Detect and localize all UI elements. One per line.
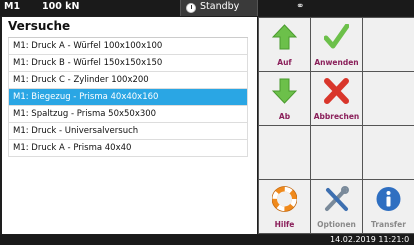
up-button[interactable]: Auf [259, 18, 310, 71]
checkmark-icon [324, 24, 349, 49]
tests-list: M1: Druck A - Würfel 100x100x100 M1: Dru… [8, 37, 248, 157]
usb-icon: ⚭ [296, 1, 305, 12]
cancel-button[interactable]: Abbrechen [311, 72, 362, 125]
down-label: Ab [278, 112, 291, 121]
status-bar: M1 100 kN Standby ⚭ [0, 0, 414, 16]
arrow-down-icon [272, 78, 297, 104]
standby-indicator: Standby [180, 0, 258, 16]
transfer-label: Transfer [371, 220, 406, 229]
list-item[interactable]: M1: Spaltzug - Prisma 50x50x300 [8, 106, 248, 123]
apply-label: Anwenden [314, 58, 359, 67]
list-item[interactable]: M1: Druck A - Prisma 40x40 [8, 140, 248, 157]
panel-title: Versuche [8, 19, 71, 33]
clock-icon [186, 3, 196, 13]
empty-slot [363, 72, 414, 125]
datetime-readout: 14.02.2019 11:21:0 [330, 235, 410, 244]
mode-label: Standby [200, 1, 240, 12]
tests-panel: Versuche M1: Druck A - Würfel 100x100x10… [2, 17, 257, 234]
list-item[interactable]: M1: Druck C - Zylinder 100x200 [8, 72, 248, 89]
help-button[interactable]: Hilfe [259, 180, 310, 233]
down-button[interactable]: Ab [259, 72, 310, 125]
options-button[interactable]: Optionen [311, 180, 362, 233]
footer-bar: 14.02.2019 11:21:0 [0, 235, 414, 245]
list-item[interactable]: M1: Druck - Universalversuch [8, 123, 248, 140]
list-item[interactable]: M1: Druck A - Würfel 100x100x100 [8, 38, 248, 55]
machine-force: 100 kN [42, 1, 80, 12]
machine-name: M1 [4, 1, 21, 12]
action-grid: Auf Anwenden Ab Abbrechen Hilfe Optionen… [258, 17, 414, 234]
x-icon [324, 78, 349, 104]
info-icon [376, 187, 401, 211]
list-item-selected[interactable]: M1: Biegezug - Prisma 40x40x160 [8, 89, 248, 106]
empty-slot [311, 126, 362, 179]
arrow-up-icon [272, 24, 297, 50]
up-label: Auf [277, 58, 292, 67]
help-label: Hilfe [274, 220, 295, 229]
empty-slot [363, 126, 414, 179]
apply-button[interactable]: Anwenden [311, 18, 362, 71]
cancel-label: Abbrechen [313, 112, 360, 121]
empty-slot [259, 126, 310, 179]
list-item[interactable]: M1: Druck B - Würfel 150x150x150 [8, 55, 248, 72]
tools-icon [325, 186, 349, 211]
lifebuoy-icon [272, 186, 297, 212]
transfer-button[interactable]: Transfer [363, 180, 414, 233]
options-label: Optionen [317, 220, 356, 229]
empty-slot [363, 18, 414, 71]
